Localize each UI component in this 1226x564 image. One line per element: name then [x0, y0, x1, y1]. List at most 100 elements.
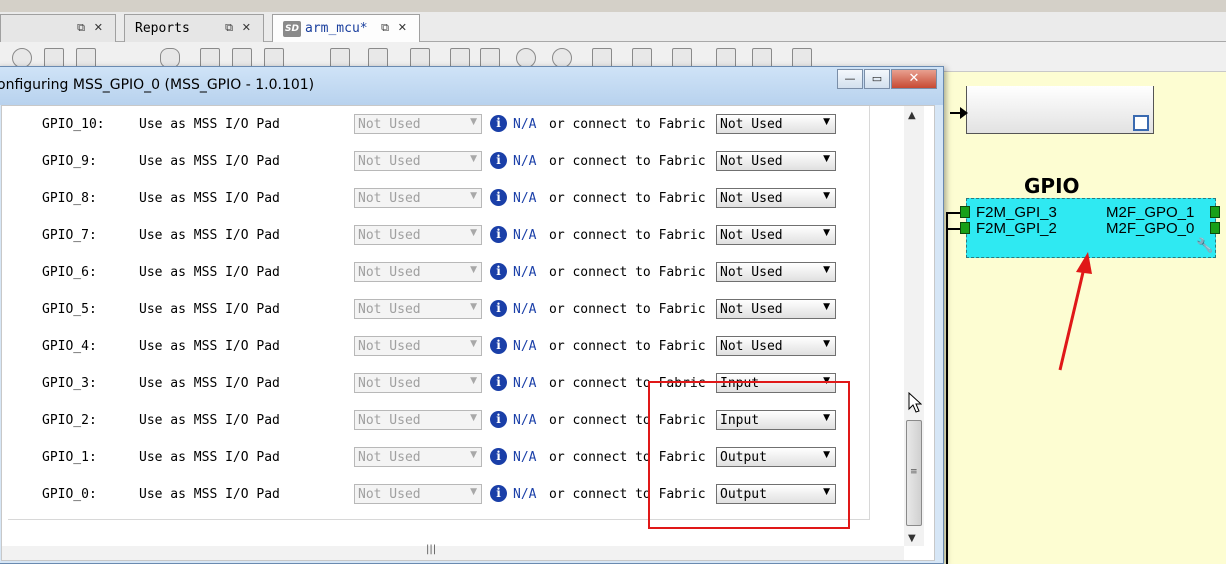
chevron-down-icon: ▼	[470, 376, 477, 386]
close-tab-icon[interactable]: ✕	[398, 21, 407, 34]
output-pin-icon[interactable]	[1210, 206, 1220, 218]
wire	[946, 228, 960, 230]
grip-icon: |||	[426, 544, 437, 555]
chevron-down-icon[interactable]: ▼	[823, 191, 830, 201]
restore-icon[interactable]: ⧉	[381, 21, 389, 35]
fabric-select-value: Not Used	[720, 117, 783, 132]
info-icon[interactable]: i	[490, 189, 507, 206]
scroll-down-icon[interactable]: ▼	[908, 533, 916, 544]
fabric-select[interactable]: Not Used ▼	[716, 225, 836, 245]
chevron-down-icon: ▼	[470, 117, 477, 127]
port-m2f-gpo-0: M2F_GPO_0	[1106, 220, 1195, 237]
chevron-down-icon[interactable]: ▼	[823, 154, 830, 164]
connect-to-fabric-label: or connect to Fabric	[549, 265, 706, 280]
pad-select-value: Not Used	[358, 117, 421, 132]
fabric-select[interactable]: Not Used ▼	[716, 262, 836, 282]
na-label: N/A	[513, 154, 537, 169]
block-icon-2[interactable]	[232, 48, 252, 68]
fabric-select[interactable]: Not Used ▼	[716, 299, 836, 319]
tab-reports-label: Reports	[135, 21, 190, 36]
tab-reports[interactable]: Reports ⧉ ✕	[124, 14, 264, 42]
fabric-select[interactable]: Not Used ▼	[716, 114, 836, 134]
fit-icon[interactable]	[592, 48, 612, 68]
tab-arm-mcu[interactable]: SD arm_mcu* ⧉ ✕	[272, 14, 420, 42]
expand-icon[interactable]	[1133, 115, 1149, 131]
scroll-thumb[interactable]: ≡	[906, 420, 922, 526]
rectangle-icon[interactable]	[792, 48, 812, 68]
chevron-down-icon[interactable]: ▼	[823, 228, 830, 238]
gpio-name: GPIO_4:	[42, 339, 97, 354]
dialog-titlebar[interactable]: onfiguring MSS_GPIO_0 (MSS_GPIO - 1.0.10…	[0, 67, 943, 105]
window-controls: — ▭ ✕	[836, 69, 937, 91]
mss-block[interactable]	[966, 86, 1154, 134]
tab-left-panel[interactable]: ⧉ ✕	[0, 14, 116, 42]
info-icon[interactable]: i	[490, 263, 507, 280]
info-icon[interactable]: i	[490, 152, 507, 169]
info-icon[interactable]: i	[490, 300, 507, 317]
close-tab-icon[interactable]: ✕	[94, 21, 103, 34]
chevron-down-icon[interactable]: ▼	[823, 265, 830, 275]
input-pin-icon[interactable]	[960, 222, 970, 234]
fabric-select[interactable]: Not Used ▼	[716, 151, 836, 171]
chevron-down-icon[interactable]: ▼	[823, 302, 830, 312]
dialog-title: onfiguring MSS_GPIO_0 (MSS_GPIO - 1.0.10…	[0, 77, 315, 93]
fabric-select[interactable]: Not Used ▼	[716, 336, 836, 356]
text-icon[interactable]	[716, 48, 736, 68]
info-icon[interactable]: i	[490, 485, 507, 502]
maximize-button[interactable]: ▭	[864, 69, 890, 89]
output-pin-icon[interactable]	[1210, 222, 1220, 234]
info-icon[interactable]: i	[490, 226, 507, 243]
use-as-pad-label: Use as MSS I/O Pad	[139, 376, 280, 391]
na-label: N/A	[513, 191, 537, 206]
info-icon[interactable]: i	[490, 374, 507, 391]
gpio-row: GPIO_8: Use as MSS I/O Pad Not Used ▼ i N/A or…	[8, 188, 908, 210]
pad-select: Not Used ▼	[354, 484, 482, 504]
line-icon[interactable]	[752, 48, 772, 68]
info-icon[interactable]: i	[490, 411, 507, 428]
fabric-select-value: Not Used	[720, 228, 783, 243]
chevron-down-icon: ▼	[470, 302, 477, 312]
chevron-down-icon: ▼	[470, 339, 477, 349]
close-tab-icon[interactable]: ✕	[242, 21, 251, 34]
close-button[interactable]: ✕	[891, 69, 937, 89]
na-label: N/A	[513, 228, 537, 243]
fabric-select-value: Not Used	[720, 154, 783, 169]
pad-select-value: Not Used	[358, 265, 421, 280]
input-pin-icon[interactable]	[960, 206, 970, 218]
database-icon[interactable]	[160, 48, 180, 68]
restore-icon[interactable]: ⧉	[77, 21, 85, 35]
zoom-in-icon[interactable]	[516, 48, 536, 68]
pad-select: Not Used ▼	[354, 114, 482, 134]
grid-icon[interactable]	[672, 48, 692, 68]
zoom-out-icon[interactable]	[552, 48, 572, 68]
play-icon[interactable]	[12, 48, 32, 68]
block-icon[interactable]	[200, 48, 220, 68]
info-icon[interactable]: i	[490, 337, 507, 354]
block-icon-3[interactable]	[264, 48, 284, 68]
minimize-button[interactable]: —	[837, 69, 863, 89]
chevron-down-icon[interactable]: ▼	[823, 339, 830, 349]
gate-icon-3[interactable]	[450, 48, 470, 68]
pad-select-value: Not Used	[358, 339, 421, 354]
chevron-down-icon[interactable]: ▼	[823, 117, 830, 127]
gate-icon-2[interactable]	[410, 48, 430, 68]
horizontal-scrollbar[interactable]: |||	[2, 544, 904, 560]
component-icon[interactable]	[330, 48, 350, 68]
info-icon[interactable]: i	[490, 448, 507, 465]
gate-icon-4[interactable]	[480, 48, 500, 68]
mouse-cursor-icon	[908, 392, 922, 413]
annotation-arrow	[1058, 252, 1092, 371]
na-label: N/A	[513, 117, 537, 132]
vertical-scrollbar[interactable]: ▲ ≡ ▼	[904, 106, 924, 546]
gpio-name: GPIO_10:	[42, 117, 105, 132]
wrench-icon[interactable]: 🔧	[1196, 238, 1213, 254]
info-icon[interactable]: i	[490, 115, 507, 132]
scroll-up-icon[interactable]: ▲	[908, 110, 916, 121]
document-icon[interactable]	[44, 48, 64, 68]
fabric-select[interactable]: Not Used ▼	[716, 188, 836, 208]
restore-icon[interactable]: ⧉	[225, 21, 233, 35]
gear-icon[interactable]	[76, 48, 96, 68]
camera-icon[interactable]	[632, 48, 652, 68]
pad-select-value: Not Used	[358, 228, 421, 243]
gate-icon[interactable]	[368, 48, 388, 68]
